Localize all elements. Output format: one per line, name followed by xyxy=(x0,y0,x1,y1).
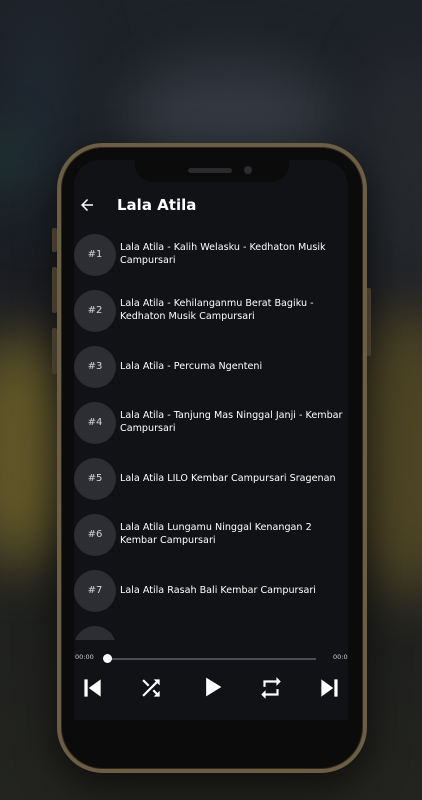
list-item[interactable]: #1 Lala Atila - Kalih Welasku - Kedhaton… xyxy=(74,234,348,278)
track-number-badge: #7 xyxy=(74,570,116,612)
repeat-icon[interactable] xyxy=(258,675,284,701)
song-title: Lala Atila LILO Kembar Campursari Sragen… xyxy=(120,473,336,484)
song-list: #1 Lala Atila - Kalih Welasku - Kedhaton… xyxy=(74,234,348,640)
song-title: Lala Atila - Kehilanganmu Berat Bagiku -… xyxy=(120,298,314,322)
list-item[interactable]: #4 Lala Atila - Tanjung Mas Ninggal Janj… xyxy=(74,402,348,446)
list-item[interactable]: #5 Lala Atila LILO Kembar Campursari Sra… xyxy=(74,458,348,502)
play-icon[interactable] xyxy=(198,673,226,701)
shuffle-icon[interactable] xyxy=(138,675,164,701)
elapsed-time: 00:00 xyxy=(75,653,94,661)
track-number-badge: #3 xyxy=(74,346,116,388)
phone-speaker xyxy=(188,168,232,173)
track-number-badge: #5 xyxy=(74,458,116,500)
song-title: Lala Atila Rasah Bali Kembar Campursari xyxy=(120,585,316,596)
arrow-left-icon[interactable] xyxy=(78,196,96,214)
list-item[interactable]: #2 Lala Atila - Kehilanganmu Berat Bagik… xyxy=(74,290,348,334)
list-item[interactable]: #3 Lala Atila - Percuma Ngenteni xyxy=(74,346,348,390)
song-title: Lala Atila - Percuma Ngenteni xyxy=(120,361,263,372)
list-item[interactable] xyxy=(74,626,348,640)
page-title: Lala Atila xyxy=(117,196,197,214)
track-number-badge: #1 xyxy=(74,234,116,276)
player-bar: 00:00 00:00 xyxy=(74,640,348,720)
track-number-badge: #4 xyxy=(74,402,116,444)
track-number-badge xyxy=(74,626,116,640)
skip-next-icon[interactable] xyxy=(317,675,343,701)
track-number-badge: #6 xyxy=(74,514,116,556)
front-camera xyxy=(244,166,252,174)
total-time: 00:00 xyxy=(333,653,348,661)
song-title: Lala Atila - Tanjung Mas Ninggal Janji -… xyxy=(120,410,343,434)
list-item[interactable]: #6 Lala Atila Lungamu Ninggal Kenangan 2… xyxy=(74,514,348,558)
track-number-badge: #2 xyxy=(74,290,116,332)
list-item[interactable]: #7 Lala Atila Rasah Bali Kembar Campursa… xyxy=(74,570,348,614)
song-title: Lala Atila Lungamu Ninggal Kenangan 2 Ke… xyxy=(120,522,312,546)
song-title: Lala Atila - Kalih Welasku - Kedhaton Mu… xyxy=(120,242,326,266)
skip-previous-icon[interactable] xyxy=(79,675,105,701)
progress-thumb[interactable] xyxy=(103,654,112,663)
app-screen: Lala Atila #1 Lala Atila - Kalih Welasku… xyxy=(74,160,348,720)
progress-track[interactable] xyxy=(108,658,316,660)
